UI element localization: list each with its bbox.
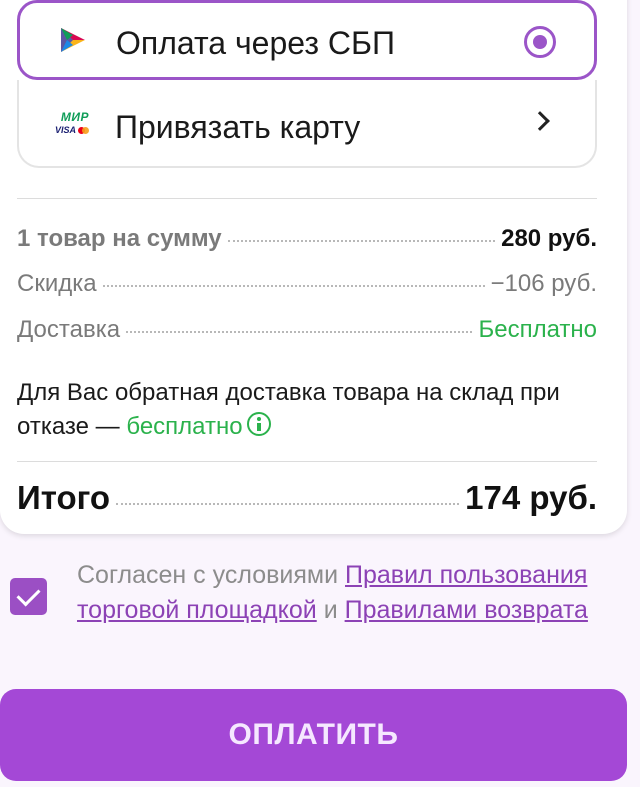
dot-leader (227, 240, 496, 242)
return-note-free: бесплатно (126, 413, 243, 440)
return-delivery-note: Для Вас обратная доставка товара на скла… (17, 376, 577, 444)
dot-leader (102, 285, 485, 287)
summary-total-row: Итого 174 руб. (17, 479, 597, 517)
items-label: 1 товар на сумму (17, 225, 222, 252)
discount-label: Скидка (17, 270, 97, 297)
summary-items-row: 1 товар на сумму 280 руб. (17, 225, 597, 253)
mir-logo-text: МИР (60, 110, 89, 124)
summary-discount-row: Скидка −106 руб. (17, 270, 597, 298)
return-note-text: Для Вас обратная доставка товара на скла… (17, 379, 560, 440)
delivery-value: Бесплатно (478, 316, 597, 343)
pay-button[interactable]: ОПЛАТИТЬ (0, 689, 627, 781)
payment-option-card[interactable]: МИР VISA Привязать карту (17, 80, 597, 168)
summary-delivery-row: Доставка Бесплатно (17, 316, 597, 344)
sbp-radio-selected[interactable] (524, 26, 556, 58)
info-icon[interactable] (246, 412, 271, 436)
items-value: 280 руб. (501, 225, 597, 252)
total-label: Итого (17, 479, 111, 516)
card-label: Привязать карту (115, 109, 361, 145)
dot-leader (116, 503, 460, 505)
agreement-prefix: Согласен с условиями (77, 561, 339, 589)
mir-visa-mastercard-icon: МИР VISA (51, 107, 93, 139)
visa-logo-text: VISA (54, 125, 76, 135)
divider (17, 461, 597, 462)
agreement-text: Согласен с условиями Правил пользования … (77, 558, 597, 628)
payment-option-sbp[interactable]: Оплата через СБП (17, 0, 597, 80)
mastercard-icon (78, 127, 89, 134)
divider (17, 198, 597, 199)
dot-leader (126, 331, 473, 333)
discount-value: −106 руб. (490, 270, 598, 297)
chevron-right-icon (530, 111, 550, 131)
order-card: Оплата через СБП МИР VISA Привязать карт… (0, 0, 627, 534)
total-value: 174 руб. (465, 479, 597, 516)
sbp-label: Оплата через СБП (116, 25, 395, 61)
agreement-and: и (323, 596, 338, 624)
sbp-logo-icon (52, 24, 94, 56)
agreement-checkbox[interactable] (10, 578, 47, 615)
delivery-label: Доставка (17, 316, 121, 343)
return-rules-link[interactable]: Правилами возврата (345, 596, 588, 624)
